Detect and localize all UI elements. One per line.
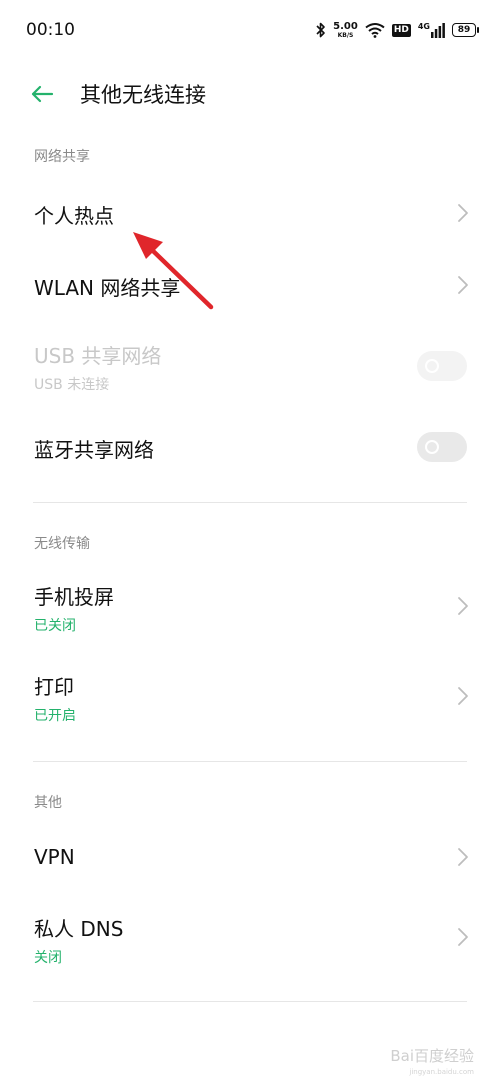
settings-item-private-dns[interactable]: 私人 DNS 关闭 (0, 897, 500, 979)
watermark-logo: Bai百度经验 jingyan.baidu.com (390, 1045, 474, 1076)
page-title: 其他无线连接 (80, 83, 206, 107)
settings-item-screen-cast[interactable]: 手机投屏 已关闭 (0, 565, 500, 647)
section-header-wireless-transfer: 无线传输 (34, 536, 90, 552)
section-header-other: 其他 (34, 795, 62, 811)
toggle-knob (425, 359, 439, 373)
divider (33, 1001, 467, 1002)
screen-cast-label: 手机投屏 (34, 585, 114, 609)
divider (33, 761, 467, 762)
settings-item-wlan-sharing[interactable]: WLAN 网络共享 (0, 250, 500, 320)
cell-signal: 4G (418, 22, 445, 38)
title-bar: 其他无线连接 (0, 62, 500, 126)
section-header-network-sharing: 网络共享 (34, 149, 90, 165)
print-label: 打印 (34, 675, 74, 699)
settings-item-vpn[interactable]: VPN (0, 823, 500, 891)
chevron-right-icon (458, 597, 468, 615)
bluetooth-sharing-label: 蓝牙共享网络 (34, 438, 154, 462)
usb-sharing-toggle (417, 351, 467, 381)
network-type: 4G (417, 22, 430, 31)
network-speed: 5.00 KB/S (333, 20, 358, 39)
status-icons: 5.00 KB/S HD 4G 89 (316, 17, 479, 43)
toggle-knob (425, 440, 439, 454)
network-speed-value: 5.00 (333, 20, 358, 32)
private-dns-status: 关闭 (34, 950, 62, 966)
hd-badge: HD (391, 23, 411, 37)
chevron-right-icon (458, 848, 468, 866)
personal-hotspot-label: 个人热点 (34, 204, 114, 228)
chevron-right-icon (458, 687, 468, 705)
divider (33, 502, 467, 503)
chevron-right-icon (458, 276, 468, 294)
settings-item-usb-sharing: USB 共享网络 USB 未连接 (0, 325, 500, 405)
private-dns-label: 私人 DNS (34, 917, 124, 941)
signal-bars-icon (431, 23, 445, 38)
usb-sharing-label: USB 共享网络 (34, 344, 162, 368)
status-bar: 00:10 5.00 KB/S HD 4G 89 (0, 0, 500, 62)
watermark-url: jingyan.baidu.com (409, 1068, 474, 1076)
print-status: 已开启 (34, 708, 76, 724)
bluetooth-icon (316, 22, 325, 38)
wifi-icon (365, 23, 385, 38)
wlan-sharing-label: WLAN 网络共享 (34, 276, 181, 300)
network-speed-unit: KB/S (337, 31, 354, 39)
status-time: 00:10 (26, 20, 75, 40)
screen-cast-status: 已关闭 (34, 618, 76, 634)
back-arrow-icon[interactable] (28, 80, 56, 108)
usb-sharing-status: USB 未连接 (34, 377, 110, 393)
vpn-label: VPN (34, 845, 75, 869)
settings-item-bluetooth-sharing[interactable]: 蓝牙共享网络 (0, 412, 500, 482)
chevron-right-icon (458, 928, 468, 946)
battery-icon: 89 (452, 23, 479, 37)
bluetooth-sharing-toggle[interactable] (417, 432, 467, 462)
settings-item-personal-hotspot[interactable]: 个人热点 (0, 178, 500, 248)
battery-level: 89 (457, 25, 471, 35)
settings-item-print[interactable]: 打印 已开启 (0, 655, 500, 737)
chevron-right-icon (458, 204, 468, 222)
watermark-text: Bai百度经验 (390, 1047, 474, 1065)
